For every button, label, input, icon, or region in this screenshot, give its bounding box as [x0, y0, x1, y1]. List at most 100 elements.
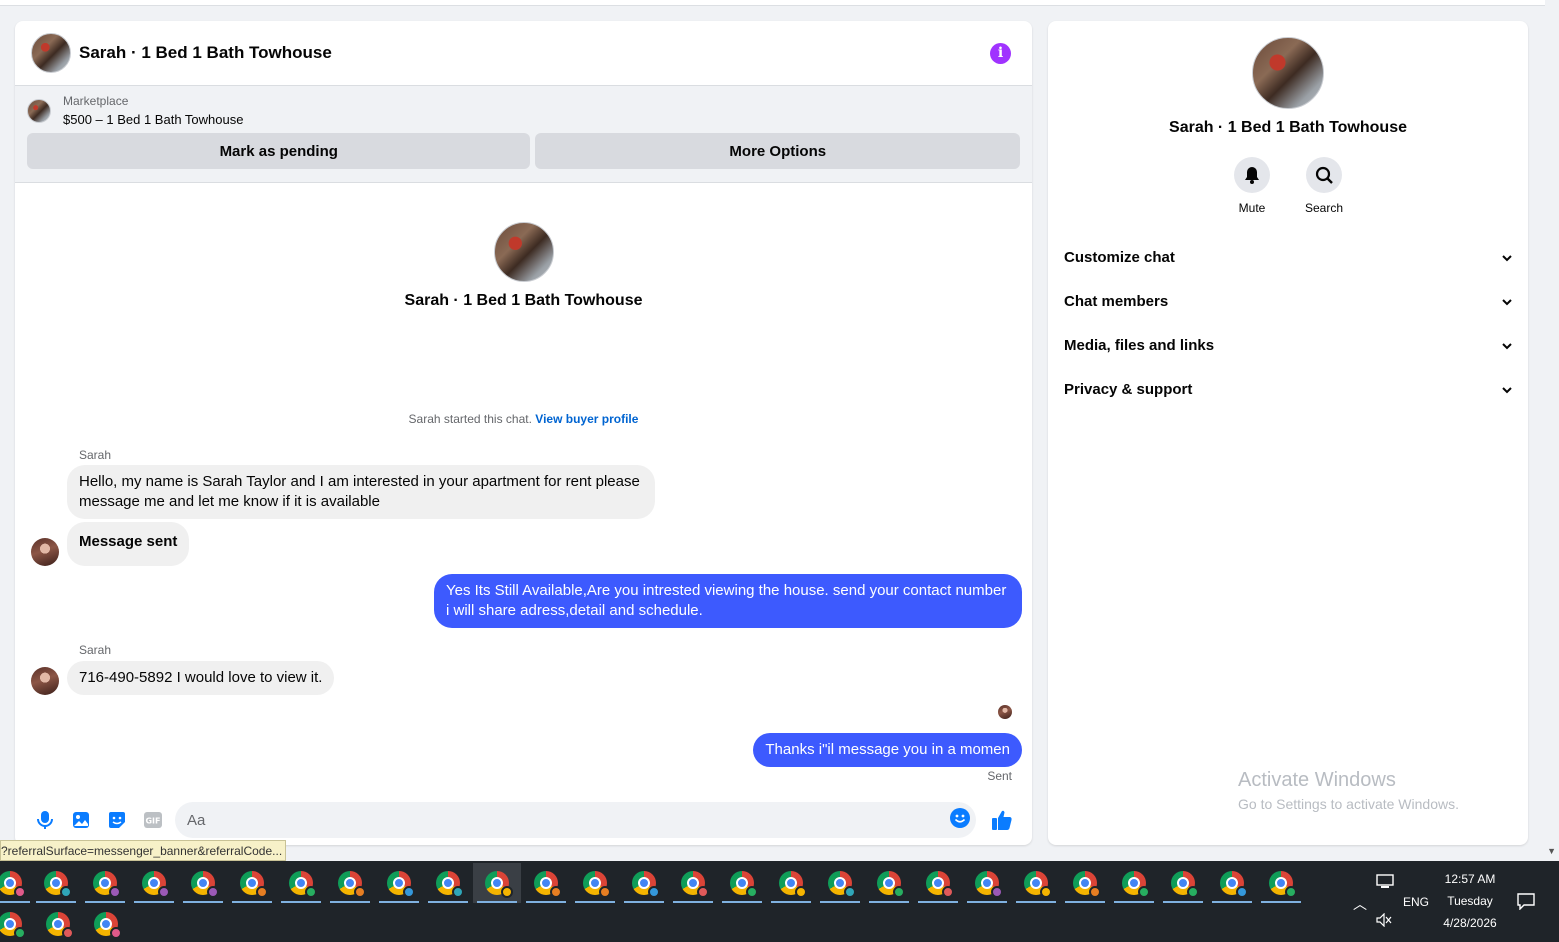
sender-avatar[interactable]: [31, 538, 59, 566]
chrome-taskbar-icon[interactable]: [914, 863, 962, 903]
chrome-taskbar-icon[interactable]: [32, 863, 80, 903]
chrome-taskbar-icon[interactable]: [865, 863, 913, 903]
status-url-tooltip: ?referralSurface=messenger_banner&referr…: [0, 840, 287, 861]
speaker-muted-icon[interactable]: [1376, 912, 1392, 930]
chrome-taskbar-icon[interactable]: [228, 863, 276, 903]
profile-badge-icon: [62, 927, 74, 939]
profile-badge-icon: [305, 886, 317, 898]
chevron-up-icon[interactable]: ︿: [1353, 894, 1367, 914]
chrome-taskbar-icon[interactable]: [82, 904, 130, 942]
sticker-icon[interactable]: [99, 802, 135, 838]
chrome-taskbar-icon[interactable]: [1012, 863, 1060, 903]
section-customize-chat[interactable]: Customize chat: [1048, 235, 1528, 279]
message-bubble-incoming[interactable]: Hello, my name is Sarah Taylor and I am …: [67, 465, 655, 519]
chrome-icon: [1024, 871, 1052, 898]
sender-avatar[interactable]: [31, 667, 59, 695]
section-chat-members[interactable]: Chat members: [1048, 279, 1528, 323]
view-buyer-profile-link[interactable]: View buyer profile: [535, 412, 638, 426]
emoji-icon[interactable]: [950, 807, 970, 833]
chrome-taskbar-icon[interactable]: [130, 863, 178, 903]
photo-icon[interactable]: [63, 802, 99, 838]
bell-icon[interactable]: [1234, 157, 1270, 193]
chrome-taskbar-icon[interactable]: [34, 904, 82, 942]
scroll-down-arrow[interactable]: ▼: [1547, 846, 1556, 856]
search-button[interactable]: Search: [1305, 157, 1343, 215]
profile-badge-icon: [501, 886, 513, 898]
chrome-taskbar-icon[interactable]: [277, 863, 325, 903]
chrome-taskbar-icon[interactable]: [0, 904, 34, 942]
network-icon[interactable]: [1376, 873, 1394, 892]
mute-button[interactable]: Mute: [1234, 157, 1270, 215]
info-avatar[interactable]: [1252, 37, 1324, 109]
microphone-icon[interactable]: [27, 802, 63, 838]
search-icon[interactable]: [1306, 157, 1342, 193]
chrome-icon: [632, 871, 660, 898]
section-privacy-support[interactable]: Privacy & support: [1048, 367, 1528, 411]
chrome-taskbar-icon[interactable]: [0, 863, 34, 903]
chrome-icon: [191, 871, 219, 898]
chrome-taskbar-icon[interactable]: [669, 863, 717, 903]
chrome-taskbar-icon[interactable]: [424, 863, 472, 903]
profile-badge-icon: [354, 886, 366, 898]
chat-avatar[interactable]: [31, 33, 71, 73]
chrome-icon: [44, 871, 72, 898]
chat-panel: Sarah · 1 Bed 1 Bath Towhouse i Marketpl…: [15, 21, 1032, 845]
chrome-taskbar-icon[interactable]: [81, 863, 129, 903]
chrome-taskbar-icon[interactable]: [375, 863, 423, 903]
section-media-files-links[interactable]: Media, files and links: [1048, 323, 1528, 367]
chrome-icon: [94, 912, 122, 939]
chat-title[interactable]: Sarah · 1 Bed 1 Bath Towhouse: [79, 43, 990, 63]
sent-status: Sent: [987, 769, 1012, 783]
listing-title[interactable]: $500 – 1 Bed 1 Bath Towhouse: [63, 112, 243, 127]
message-bubble-incoming[interactable]: Message sent: [67, 522, 190, 566]
chrome-taskbar-icon[interactable]: [1110, 863, 1158, 903]
message-input[interactable]: [187, 811, 950, 829]
info-icon[interactable]: i: [990, 42, 1011, 64]
chrome-icon: [387, 871, 415, 898]
chrome-taskbar-icon[interactable]: [816, 863, 864, 903]
chat-info-panel: Sarah · 1 Bed 1 Bath Towhouse Mute Searc…: [1048, 21, 1528, 845]
marketplace-label: Marketplace: [63, 94, 129, 108]
clock-day[interactable]: Tuesday: [1420, 890, 1520, 912]
mute-label: Mute: [1238, 201, 1266, 215]
chrome-taskbar-icon[interactable]: [1061, 863, 1109, 903]
started-text: Sarah started this chat.: [408, 412, 532, 426]
mark-as-pending-button[interactable]: Mark as pending: [27, 133, 531, 169]
message-bubble-incoming[interactable]: 716-490-5892 I would love to view it.: [67, 661, 335, 695]
clock-date[interactable]: 4/28/2026: [1420, 912, 1520, 934]
chrome-icon: [1073, 871, 1101, 898]
chrome-icon: [240, 871, 268, 898]
chrome-taskbar-icon[interactable]: [718, 863, 766, 903]
gif-icon[interactable]: GIF: [135, 802, 171, 838]
profile-badge-icon: [795, 886, 807, 898]
profile-badge-icon: [599, 886, 611, 898]
chrome-taskbar-icon[interactable]: [571, 863, 619, 903]
chrome-taskbar-icon[interactable]: [522, 863, 570, 903]
profile-badge-icon: [648, 886, 660, 898]
more-options-button[interactable]: More Options: [535, 133, 1020, 169]
notification-icon[interactable]: [1517, 892, 1535, 913]
chrome-taskbar-icon[interactable]: [1257, 863, 1305, 903]
message-bubble-outgoing[interactable]: Thanks i"il message you in a momen: [753, 733, 1022, 767]
chrome-taskbar-icon[interactable]: [1159, 863, 1207, 903]
message-bubble-outgoing[interactable]: Yes Its Still Available,Are you intreste…: [434, 574, 1022, 628]
listing-thumbnail[interactable]: [27, 98, 51, 123]
chrome-taskbar-icon[interactable]: [473, 863, 521, 903]
chevron-down-icon: [1502, 337, 1512, 354]
thumbs-up-icon[interactable]: [984, 802, 1020, 838]
profile-avatar[interactable]: [493, 222, 554, 282]
section-label: Customize chat: [1064, 248, 1175, 266]
chrome-taskbar-icon[interactable]: [620, 863, 668, 903]
windows-taskbar: ︿ ENG 12:57 AM Tuesday 4/28/2026: [0, 861, 1559, 942]
chrome-taskbar-icon[interactable]: [179, 863, 227, 903]
chrome-icon: [142, 871, 170, 898]
chrome-taskbar-icon[interactable]: [767, 863, 815, 903]
chrome-taskbar-icon[interactable]: [326, 863, 374, 903]
clock-time[interactable]: 12:57 AM: [1420, 868, 1520, 890]
chrome-taskbar-icon[interactable]: [1208, 863, 1256, 903]
profile-badge-icon: [452, 886, 464, 898]
chrome-icon: [877, 871, 905, 898]
browser-top-strip: [0, 0, 1545, 6]
chrome-taskbar-icon[interactable]: [963, 863, 1011, 903]
chrome-icon: [0, 871, 26, 898]
